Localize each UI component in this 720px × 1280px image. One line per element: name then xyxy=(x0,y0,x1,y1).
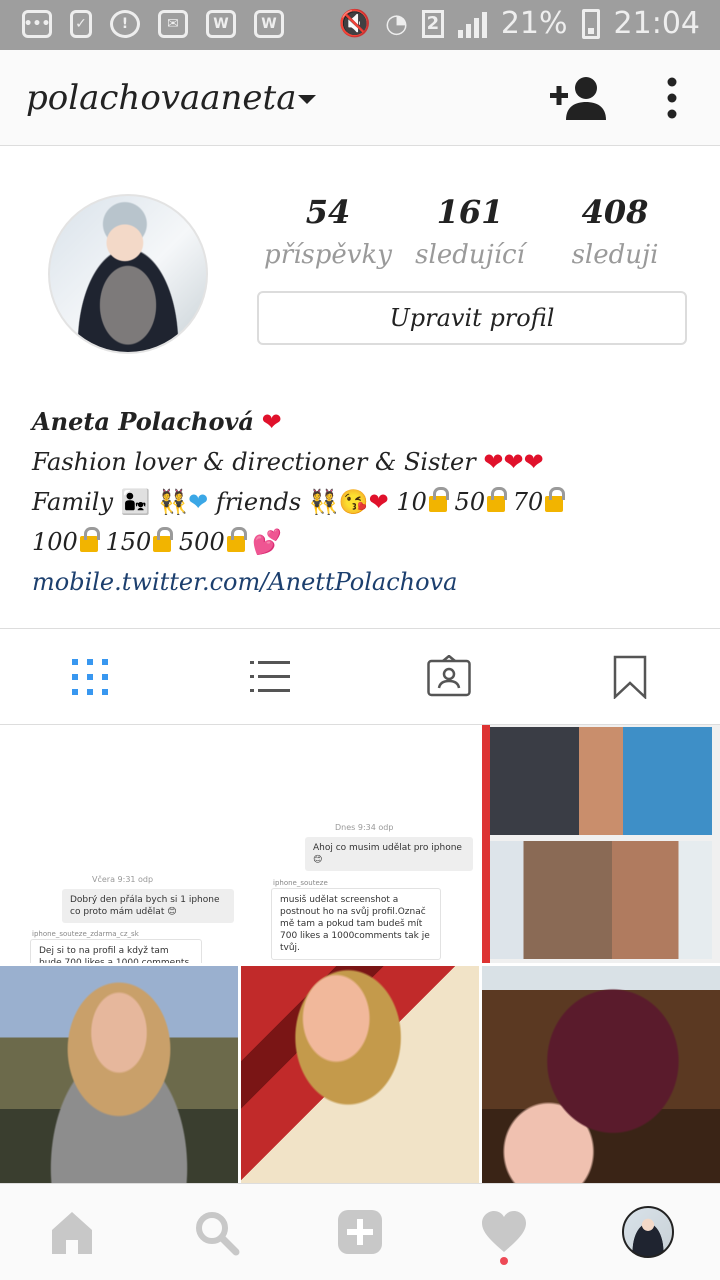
clock: 21:04 xyxy=(613,6,700,41)
bio-line-1: Fashion lover & directioner & Sister ❤❤❤ xyxy=(32,442,702,482)
unlock-icon xyxy=(545,487,566,512)
app-w-icon: W xyxy=(206,10,236,38)
bookmark-icon[interactable] xyxy=(608,655,652,699)
wifi-icon: ◔ xyxy=(385,8,408,39)
following-count: 408 xyxy=(581,193,649,231)
profile-bio: Aneta Polachová ❤ Fashion lover & direct… xyxy=(32,402,702,602)
notification-icons: ••• ✓ ! ✉ W W xyxy=(22,10,284,38)
post-thumbnail[interactable] xyxy=(482,725,720,963)
profile-tabs xyxy=(0,628,720,725)
bio-line-3: 100 150 500 💕 xyxy=(32,522,702,562)
mute-icon: 🔇 xyxy=(338,8,372,39)
heart-icon: ❤ xyxy=(261,408,282,436)
post-thumbnail[interactable]: Včera 9:31 odp Dobrý den přála bych si 1… xyxy=(0,725,238,963)
full-name: Aneta Polachová xyxy=(32,407,254,436)
sim-slot-icon: 2 xyxy=(421,9,444,38)
stat-followers[interactable]: 161 sledující xyxy=(400,192,540,272)
add-user-icon[interactable] xyxy=(550,76,606,120)
app-w-icon: W xyxy=(254,10,284,38)
account-switcher[interactable]: polachovaaneta xyxy=(26,78,297,118)
bio-text: friends xyxy=(215,488,302,516)
website-link[interactable]: mobile.twitter.com/AnettPolachova xyxy=(32,568,457,596)
edit-profile-button[interactable]: Upravit profil xyxy=(257,291,687,345)
home-icon[interactable] xyxy=(48,1208,96,1256)
tagged-photos-icon[interactable] xyxy=(427,655,471,699)
bio-link-line: mobile.twitter.com/AnettPolachova xyxy=(32,562,702,602)
profile-avatar[interactable] xyxy=(48,194,208,354)
bio-number: 50 xyxy=(454,488,486,516)
battery-icon xyxy=(581,8,600,39)
bio-line-2: Family 👨‍👧 👯❤ friends 👯😘❤ 10 50 70 xyxy=(32,482,702,522)
kiss-face-icon: 😘 xyxy=(338,488,369,516)
bottom-nav xyxy=(0,1183,720,1280)
unlock-icon xyxy=(79,527,100,552)
chat-timestamp: Včera 9:31 odp xyxy=(92,875,154,884)
system-icons: 🔇 ◔ 2 21% 21:04 xyxy=(339,6,700,41)
status-bar: ••• ✓ ! ✉ W W 🔇 ◔ 2 21% 21:04 xyxy=(0,0,720,50)
two-hearts-icon: 💕 xyxy=(252,528,283,556)
chat-message: Dobrý den přála bych si 1 iphone co prot… xyxy=(62,889,234,923)
bio-number: 100 xyxy=(32,528,78,556)
following-label: sleduji xyxy=(571,240,659,270)
followers-label: sledující xyxy=(415,240,525,270)
post-thumbnail[interactable]: Dnes 9:34 odp Ahoj co musim udělat pro i… xyxy=(241,725,479,963)
post-thumbnail[interactable] xyxy=(241,966,479,1204)
top-nav: polachovaaneta xyxy=(0,50,720,146)
unlock-icon xyxy=(153,527,174,552)
chevron-down-icon[interactable] xyxy=(298,95,316,104)
search-icon[interactable] xyxy=(192,1208,240,1256)
stat-posts[interactable]: 54 příspěvky xyxy=(258,192,398,272)
signal-icon xyxy=(457,10,487,38)
post-photo xyxy=(490,841,712,959)
heart-icon: ❤❤❤ xyxy=(483,448,544,476)
chat-timestamp: Dnes 9:34 odp xyxy=(335,823,394,832)
heart-activity-icon[interactable] xyxy=(480,1208,528,1256)
post-thumbnail[interactable] xyxy=(482,966,720,1204)
post-photo xyxy=(490,727,712,835)
bio-text: Family xyxy=(32,488,113,516)
list-view-icon[interactable] xyxy=(248,655,292,699)
blue-heart-icon: ❤ xyxy=(188,488,209,516)
posts-grid: Včera 9:31 odp Dobrý den přála bych si 1… xyxy=(0,725,720,1204)
add-post-icon[interactable] xyxy=(336,1208,384,1256)
bio-text: Fashion lover & directioner & Sister xyxy=(32,448,476,476)
chat-message: Dej si to na profil a když tam bude 700 … xyxy=(30,939,202,963)
missed-call-icon: ! xyxy=(110,10,140,38)
notification-dot xyxy=(500,1257,508,1265)
chat-sender: iphone_souteze xyxy=(273,879,328,887)
lock-icon xyxy=(226,527,247,552)
bio-number: 10 xyxy=(396,488,427,516)
chat-sender: iphone_souteze_zdarma_cz_sk xyxy=(32,930,139,938)
family-emoji-icon: 👨‍👧 xyxy=(120,488,151,516)
stat-following[interactable]: 408 sleduji xyxy=(545,192,685,272)
unlock-icon xyxy=(428,487,449,512)
chat-message: musiš udělat screenshot a postnout ho na… xyxy=(271,888,441,960)
posts-label: příspěvky xyxy=(264,240,392,270)
unlock-icon xyxy=(487,487,508,512)
posts-count: 54 xyxy=(305,193,351,231)
more-options-icon[interactable] xyxy=(662,76,682,120)
girls-emoji-icon: 👯 xyxy=(308,488,339,516)
bio-number: 70 xyxy=(512,488,544,516)
chat-icon: ••• xyxy=(22,10,52,38)
email-icon: ✉ xyxy=(158,10,188,38)
bio-name-line: Aneta Polachová ❤ xyxy=(32,402,702,442)
heart-icon: ❤ xyxy=(368,488,389,516)
followers-count: 161 xyxy=(436,193,504,231)
chat-message: Ahoj co musim udělat pro iphone 😊 xyxy=(305,837,473,871)
bio-number: 500 xyxy=(178,528,225,556)
grid-view-icon[interactable] xyxy=(68,655,112,699)
phone-icon: ✓ xyxy=(70,10,92,38)
girls-emoji-icon: 👯 xyxy=(158,488,189,516)
battery-percent: 21% xyxy=(500,6,568,41)
profile-tab-avatar[interactable] xyxy=(622,1206,674,1258)
post-thumbnail[interactable] xyxy=(0,966,238,1204)
photo-border xyxy=(482,725,490,963)
bio-number: 150 xyxy=(105,528,152,556)
